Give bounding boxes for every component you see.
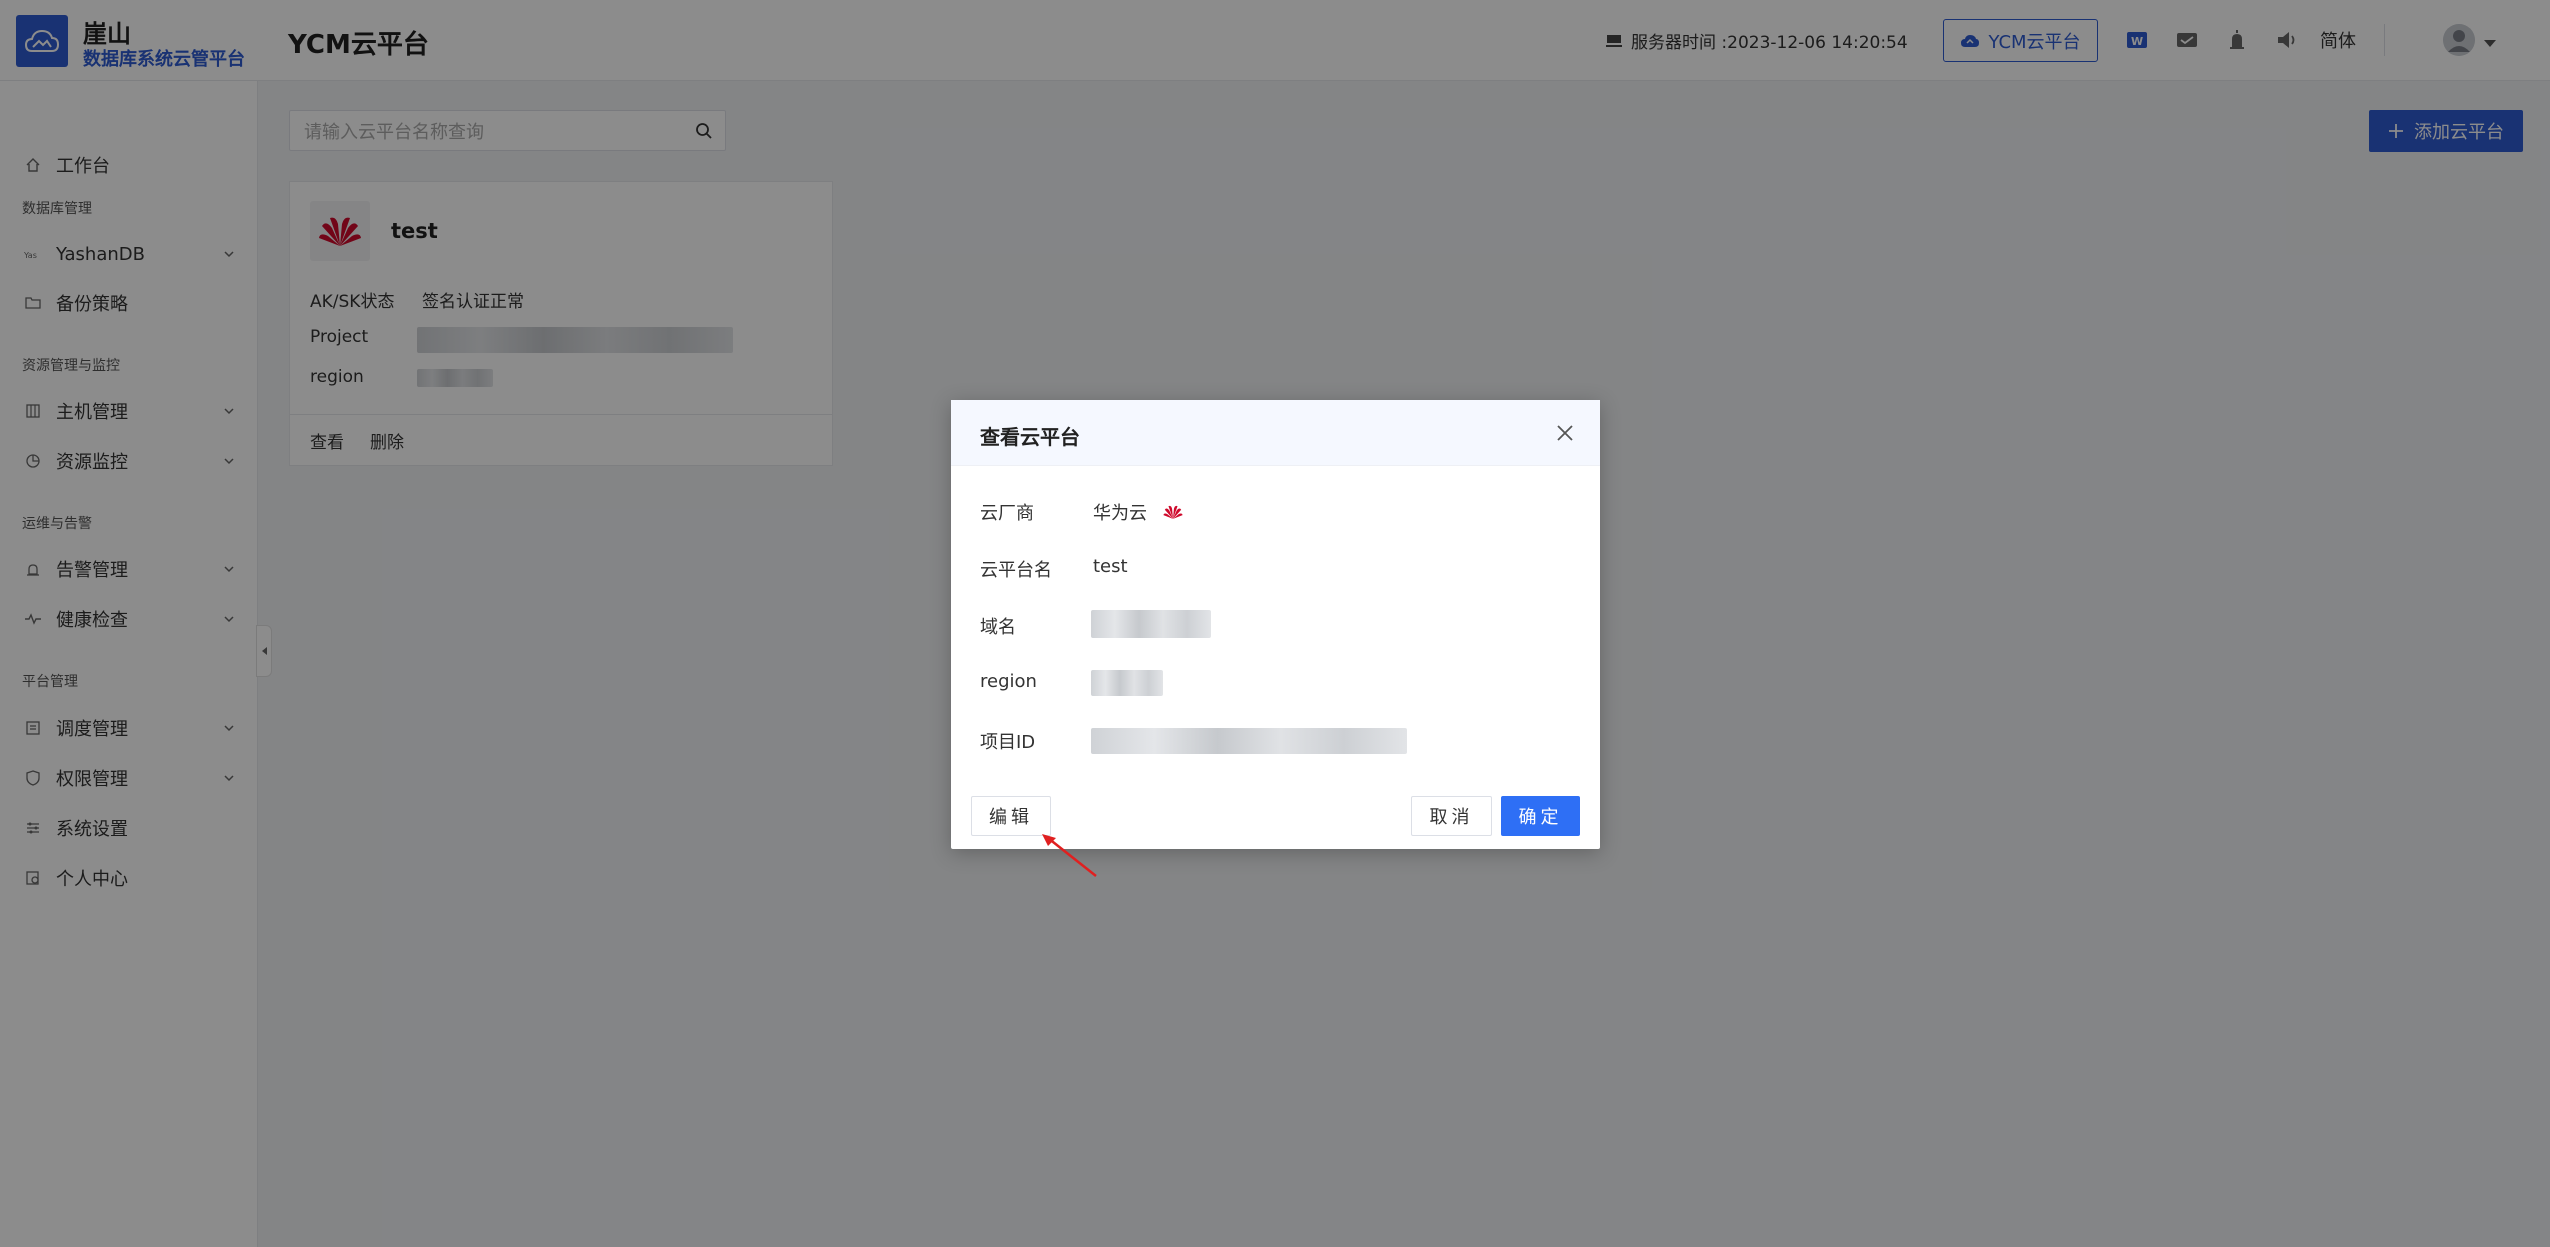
vendor-label: 云厂商 [980, 503, 1034, 524]
close-icon[interactable] [1554, 422, 1576, 444]
project-id-label: 项目ID [980, 732, 1036, 753]
annotation-arrow-icon [1042, 834, 1097, 877]
view-cloud-dialog: 查看云平台 云厂商 华为云 云平台名 test 域名 region 项目ID 编… [951, 400, 1600, 849]
domain-value-blurred [1091, 610, 1211, 638]
region-value-blurred [1091, 670, 1163, 696]
vendor-text: 华为云 [1093, 503, 1147, 524]
vendor-value: 华为云 [1093, 499, 1183, 525]
project-id-value-blurred [1091, 728, 1407, 754]
cancel-button[interactable]: 取消 [1411, 796, 1492, 836]
domain-label: 域名 [980, 617, 1016, 638]
platform-name-label: 云平台名 [980, 560, 1052, 581]
edit-button[interactable]: 编辑 [971, 796, 1051, 836]
dialog-header: 查看云平台 [951, 400, 1600, 466]
dialog-title: 查看云平台 [980, 425, 1080, 449]
platform-name-value: test [1093, 556, 1128, 577]
huawei-logo-icon [1163, 505, 1183, 519]
confirm-button[interactable]: 确定 [1501, 796, 1580, 836]
region-label: region [980, 671, 1037, 692]
